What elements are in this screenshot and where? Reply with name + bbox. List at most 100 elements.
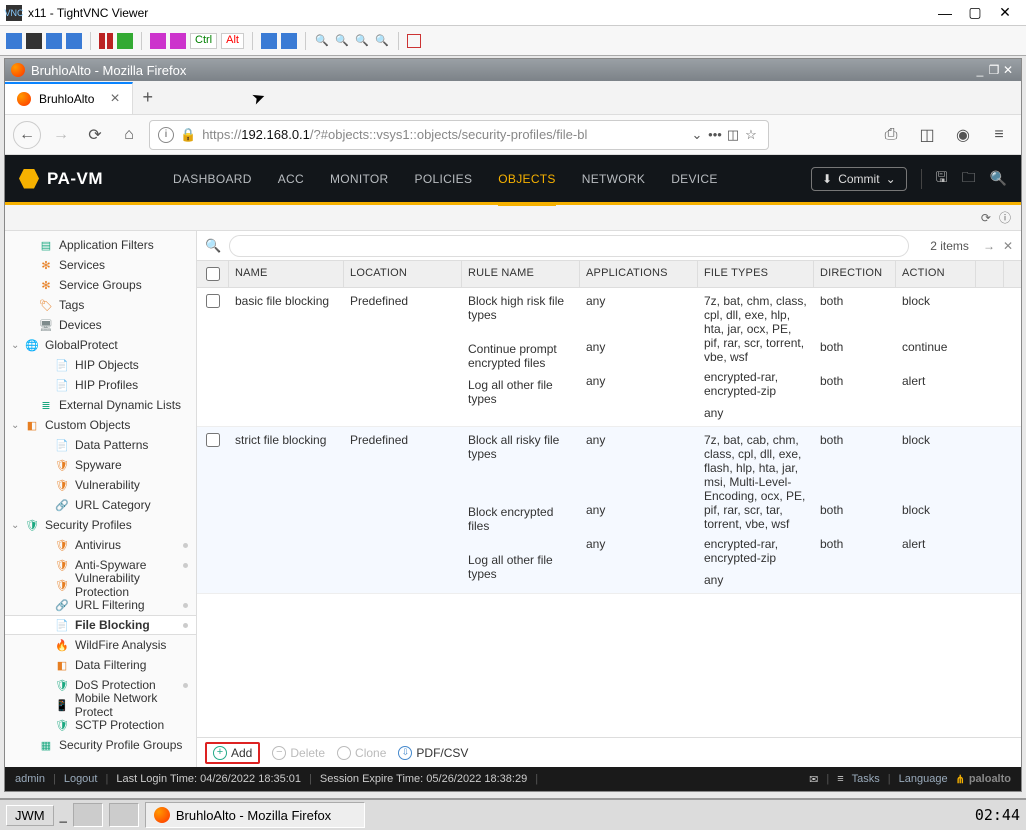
sidebar-item-external-dynamic-lists[interactable]: ≣External Dynamic Lists [5, 395, 196, 415]
library-icon[interactable]: ⎙ [877, 121, 905, 149]
sidebar-item-service-groups[interactable]: ✻Service Groups [5, 275, 196, 295]
browser-tab[interactable]: BruhloAlto × [5, 82, 133, 114]
sidebar-item-url-category[interactable]: 🔗URL Category [5, 495, 196, 515]
sidebar-item-sctp-protection[interactable]: 🛡SCTP Protection [5, 715, 196, 735]
logout-link[interactable]: Logout [64, 773, 98, 785]
config-icon[interactable]: 🖫 [936, 167, 948, 191]
sidebar-item-services[interactable]: ✻Services [5, 255, 196, 275]
nav-acc[interactable]: ACC [278, 155, 304, 203]
col-location[interactable]: LOCATION [344, 261, 462, 287]
cad-icon[interactable] [150, 33, 166, 49]
bookmark-star-icon[interactable]: ☆ [742, 127, 760, 143]
back-button[interactable]: ← [13, 121, 41, 149]
add-button[interactable]: +Add [205, 742, 260, 764]
reload-button[interactable]: ⟳ [81, 121, 109, 149]
nav-network[interactable]: NETWORK [582, 155, 645, 203]
url-bar[interactable]: i 🔒 https://192.168.0.1/?#objects::vsys1… [149, 120, 769, 150]
apply-filter-icon[interactable]: → [983, 239, 995, 253]
alt-key[interactable]: Alt [221, 33, 244, 49]
sidebar-item-vulnerability[interactable]: 🛡Vulnerability [5, 475, 196, 495]
folder-icon[interactable]: 🗀 [962, 167, 976, 191]
sidebar-item-data-patterns[interactable]: 📄Data Patterns [5, 435, 196, 455]
sidebar-item-hip-objects[interactable]: 📄HIP Objects [5, 355, 196, 375]
account-icon[interactable]: ◉ [949, 121, 977, 149]
nav-dashboard[interactable]: DASHBOARD [173, 155, 252, 203]
zoom-auto-icon[interactable]: 🔍 [374, 34, 390, 47]
info-icon[interactable] [66, 33, 82, 49]
tray-2[interactable] [109, 803, 139, 827]
commit-button[interactable]: ⬇ Commit ⌄ [811, 167, 906, 191]
ctrl-esc-icon[interactable] [170, 33, 186, 49]
search-icon[interactable]: 🔍 [990, 170, 1007, 187]
col-action[interactable]: ACTION [896, 261, 976, 287]
new-connection-icon[interactable] [6, 33, 22, 49]
sidebar-item-vulnerability-protection[interactable]: 🛡Vulnerability Protection [5, 575, 196, 595]
maximize-button[interactable]: ▢ [960, 3, 990, 23]
col-file-types[interactable]: FILE TYPES [698, 261, 814, 287]
new-tab-button[interactable]: + [133, 87, 163, 108]
clear-filter-icon[interactable]: ✕ [1003, 239, 1013, 253]
tab-close-icon[interactable]: × [110, 90, 119, 108]
sidebar-item-security-profiles[interactable]: ⌄🛡Security Profiles [5, 515, 196, 535]
sidebar-item-url-filtering[interactable]: 🔗URL Filtering [5, 595, 196, 615]
sidebar-item-data-filtering[interactable]: ◧Data Filtering [5, 655, 196, 675]
sidebar-item-globalprotect[interactable]: ⌄🌐GlobalProtect [5, 335, 196, 355]
nav-objects[interactable]: OBJECTS [498, 155, 555, 206]
sidebar-item-mobile-network-protect[interactable]: 📱Mobile Network Protect [5, 695, 196, 715]
sidebar-item-file-blocking[interactable]: 📄File Blocking [5, 615, 196, 635]
refresh-icon[interactable]: ⟳ [981, 211, 991, 225]
nav-monitor[interactable]: MONITOR [330, 155, 389, 203]
nav-device[interactable]: DEVICE [671, 155, 717, 203]
sidebar-item-spyware[interactable]: 🛡Spyware [5, 455, 196, 475]
ctrl-key[interactable]: Ctrl [190, 33, 217, 49]
start-menu-button[interactable]: JWM [6, 805, 54, 826]
col-name[interactable]: NAME [229, 261, 344, 287]
zoom-100-icon[interactable]: 🔍 [354, 34, 370, 47]
page-actions-icon[interactable]: ••• [706, 127, 724, 142]
search-input[interactable] [229, 235, 909, 257]
transfer2-icon[interactable] [281, 33, 297, 49]
site-info-icon[interactable]: i [158, 127, 174, 143]
sidebar-item-wildfire-analysis[interactable]: 🔥WildFire Analysis [5, 635, 196, 655]
mail-icon[interactable]: ✉ [809, 773, 818, 786]
options-icon[interactable] [46, 33, 62, 49]
sidebar-item-application-filters[interactable]: ▤Application Filters [5, 235, 196, 255]
language-link[interactable]: Language [899, 773, 948, 785]
pdfcsv-button[interactable]: ⇩PDF/CSV [398, 746, 468, 760]
row-checkbox[interactable] [206, 294, 220, 308]
col-direction[interactable]: DIRECTION [814, 261, 896, 287]
url-dropdown-icon[interactable]: ⌄ [688, 127, 706, 143]
sidebar-item-tags[interactable]: 🏷Tags [5, 295, 196, 315]
pause-icon-2[interactable] [107, 33, 113, 49]
clone-button[interactable]: Clone [337, 746, 386, 760]
sidebar-item-hip-profiles[interactable]: 📄HIP Profiles [5, 375, 196, 395]
security-warning-icon[interactable]: 🔒 [180, 127, 196, 143]
sidebar-item-custom-objects[interactable]: ⌄◧Custom Objects [5, 415, 196, 435]
minimize-button[interactable]: — [930, 3, 960, 23]
ff-close-button[interactable]: ✕ [1001, 63, 1015, 77]
row-checkbox[interactable] [206, 433, 220, 447]
reader-icon[interactable]: ◫ [724, 127, 742, 143]
forward-button[interactable]: → [47, 121, 75, 149]
fullscreen-icon[interactable] [407, 34, 421, 48]
save-icon[interactable] [26, 33, 42, 49]
zoom-in-icon[interactable]: 🔍 [314, 34, 330, 47]
transfer-icon[interactable] [261, 33, 277, 49]
zoom-out-icon[interactable]: 🔍 [334, 34, 350, 47]
help-icon[interactable]: ⓘ [999, 209, 1011, 226]
ff-max-button[interactable]: ❐ [987, 63, 1001, 77]
tasks-link[interactable]: Tasks [852, 773, 880, 785]
sidebar-icon[interactable]: ◫ [913, 121, 941, 149]
row-name-link[interactable]: basic file blocking [229, 288, 344, 426]
col-rule-name[interactable]: RULE NAME [462, 261, 580, 287]
sidebar-item-devices[interactable]: 🖥Devices [5, 315, 196, 335]
tray-1[interactable] [73, 803, 103, 827]
ff-min-button[interactable]: _ [973, 63, 987, 77]
refresh-icon[interactable] [117, 33, 133, 49]
sidebar-item-antivirus[interactable]: 🛡Antivirus [5, 535, 196, 555]
status-user[interactable]: admin [15, 773, 45, 785]
nav-policies[interactable]: POLICIES [415, 155, 473, 203]
pause-icon[interactable] [99, 33, 105, 49]
select-all-checkbox[interactable] [206, 267, 220, 281]
tasks-icon[interactable]: ≡ [837, 773, 843, 785]
